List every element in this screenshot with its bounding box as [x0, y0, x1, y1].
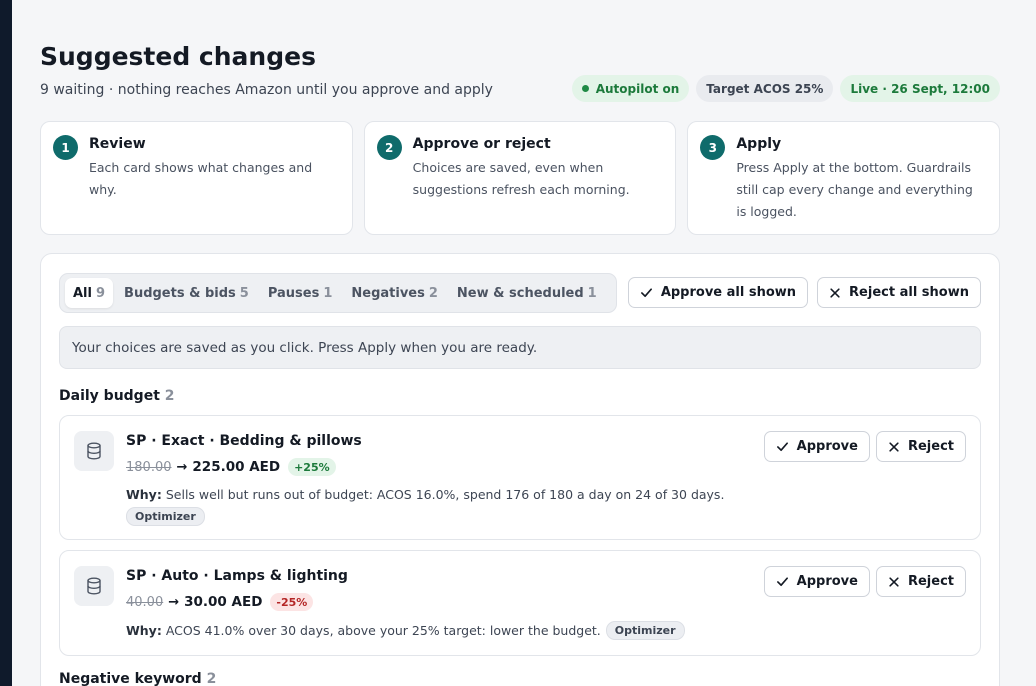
source-badge: Optimizer — [605, 621, 685, 640]
change-percent-badge: +25% — [288, 458, 336, 476]
step-title: Review — [89, 136, 146, 152]
old-value: 40.00 — [126, 594, 164, 610]
step-text: Each card shows what changes and why. — [89, 160, 313, 197]
tab-negatives[interactable]: Negatives 2 — [343, 278, 446, 308]
step-number-badge: 1 — [53, 135, 78, 160]
step-title: Approve or reject — [412, 136, 551, 152]
new-value: 225.00 AED — [192, 459, 281, 475]
close-icon — [889, 576, 899, 587]
reason-text: Why: ACOS 41.0% over 30 days, above your … — [126, 621, 685, 640]
status-pills: Autopilot on Target ACOS 25% Live · 26 S… — [571, 75, 1000, 102]
step-text: Choices are saved, even when suggestions… — [412, 160, 630, 197]
live-status-badge: Live · 26 Sept, 12:00 — [840, 75, 1000, 102]
how-it-works-steps: 1 Review Each card shows what changes an… — [40, 121, 1001, 235]
campaign-name: SP · Exact · Bedding & pillows — [126, 433, 362, 449]
step-approve-or-reject: 2 Approve or reject Choices are saved, e… — [363, 121, 677, 235]
reject-button[interactable]: Reject — [875, 431, 966, 462]
status-dot-icon — [581, 85, 589, 92]
approve-all-shown-button[interactable]: Approve all shown — [627, 277, 809, 308]
check-icon — [776, 442, 788, 452]
section-title-daily-budget: Daily budget 2 — [59, 388, 175, 404]
database-icon — [74, 431, 114, 471]
close-icon — [830, 287, 840, 298]
card-actions: Approve Reject — [763, 431, 966, 462]
reason-text: Why: Sells well but runs out of budget: A… — [126, 487, 725, 502]
bulk-actions: Approve all shown Reject all shown — [627, 277, 981, 308]
step-text: Press Apply at the bottom. Guardrails st… — [736, 160, 973, 219]
target-acos-badge: Target ACOS 25% — [696, 75, 834, 102]
card-actions: Approve Reject — [763, 566, 966, 597]
approve-button[interactable]: Approve — [763, 566, 870, 597]
app-sidebar-edge — [0, 0, 12, 686]
arrow-right-icon: → — [168, 594, 180, 610]
close-icon — [889, 441, 899, 452]
page-title: Suggested changes — [40, 42, 316, 71]
campaign-name: SP · Auto · Lamps & lighting — [126, 568, 348, 584]
autosave-notice: Your choices are saved as you click. Pre… — [59, 326, 981, 369]
source-badge: Optimizer — [126, 507, 205, 526]
check-icon — [640, 288, 652, 298]
section-title-negative-keyword: Negative keyword 2 — [59, 671, 217, 686]
step-number-badge: 3 — [700, 135, 726, 160]
new-value: 30.00 AED — [184, 594, 263, 610]
value-change: 40.00 → 30.00 AED -25% — [126, 593, 314, 611]
suggestion-card: SP · Auto · Lamps & lighting 40.00 → 30.… — [59, 550, 981, 656]
approve-button[interactable]: Approve — [763, 431, 870, 462]
step-review: 1 Review Each card shows what changes an… — [40, 121, 353, 235]
value-change: 180.00 → 225.00 AED +25% — [126, 458, 336, 476]
reject-all-shown-button[interactable]: Reject all shown — [817, 277, 981, 308]
tab-new-and-scheduled[interactable]: New & scheduled 1 — [449, 278, 605, 308]
database-icon — [74, 566, 114, 606]
reject-button[interactable]: Reject — [875, 566, 966, 597]
arrow-right-icon: → — [176, 459, 188, 475]
autopilot-status-badge: Autopilot on — [571, 75, 690, 102]
check-icon — [776, 577, 788, 587]
step-title: Apply — [736, 136, 782, 152]
step-apply: 3 Apply Press Apply at the bottom. Guard… — [687, 121, 1001, 235]
change-percent-badge: -25% — [270, 593, 314, 611]
step-number-badge: 2 — [376, 135, 402, 160]
suggestions-panel: All 9 Budgets & bids 5 Pauses 1 Negatives 2 … — [40, 253, 1000, 686]
suggestion-card: SP · Exact · Bedding & pillows 180.00 → … — [59, 415, 981, 540]
old-value: 180.00 — [126, 459, 172, 475]
tab-all[interactable]: All 9 — [65, 278, 114, 308]
page-subtitle: 9 waiting · nothing reaches Amazon until… — [40, 82, 493, 98]
filter-tabs: All 9 Budgets & bids 5 Pauses 1 Negatives 2 … — [59, 273, 617, 313]
tab-budgets-and-bids[interactable]: Budgets & bids 5 — [116, 278, 257, 308]
tab-pauses[interactable]: Pauses 1 — [260, 278, 341, 308]
